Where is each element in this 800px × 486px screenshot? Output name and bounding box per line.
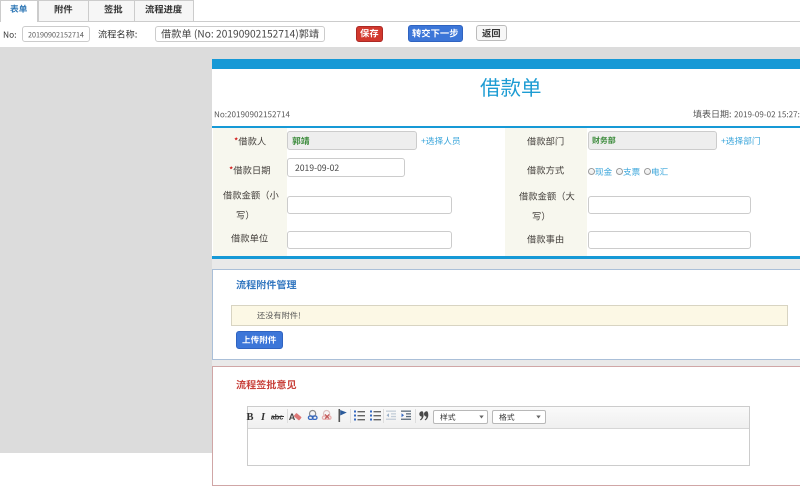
svg-text:I: I <box>260 412 266 423</box>
svg-text:B: B <box>246 412 253 423</box>
